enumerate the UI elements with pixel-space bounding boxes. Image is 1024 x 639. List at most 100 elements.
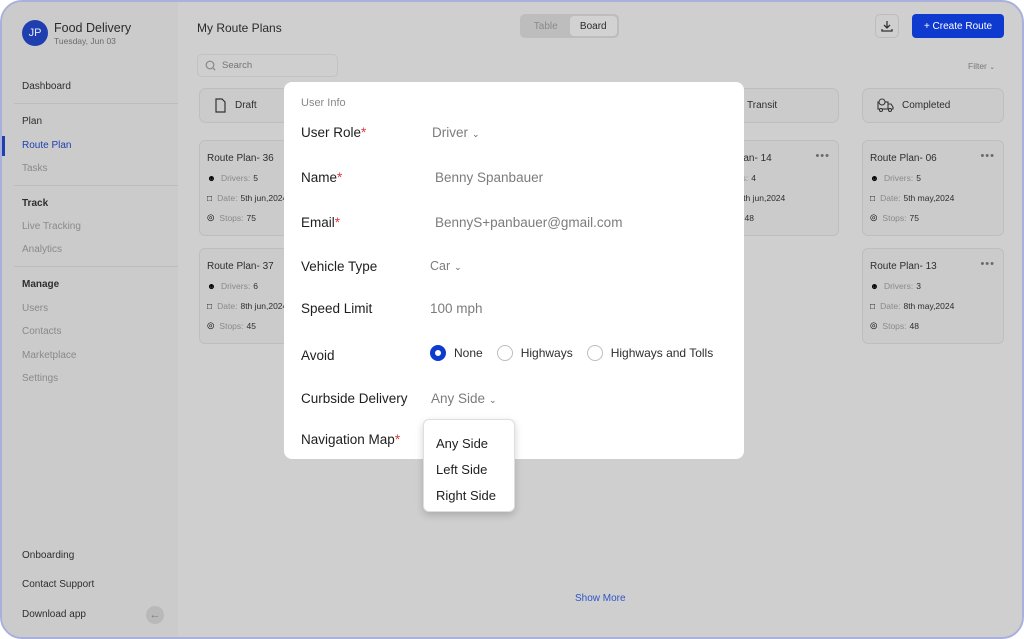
label: Date: (880, 192, 901, 203)
divider (14, 185, 178, 186)
chevron-down-icon: ⌄ (989, 64, 996, 71)
create-route-button[interactable]: + Create Route (912, 14, 1004, 38)
avoid-label: Avoid (301, 348, 335, 363)
calendar-icon: □ (207, 300, 213, 311)
route-card[interactable]: Route Plan- 06 ••• ☻ Drivers: 5 □ Date: 5th … (862, 140, 1004, 236)
app-date: Tuesday, Jun 03 (54, 35, 116, 46)
vehicle-type-select[interactable]: Car ⌄ (430, 259, 462, 273)
dropdown-option-right-side[interactable]: Right Side (424, 482, 514, 508)
sidebar-item-route-plan[interactable]: Route Plan (22, 140, 71, 151)
label: Drivers: (220, 280, 251, 291)
sidebar-item-marketplace[interactable]: Marketplace (22, 350, 76, 361)
download-button[interactable] (875, 14, 899, 38)
radio-empty-icon (496, 345, 513, 361)
label: Date: (880, 300, 901, 311)
email-label: Email* (301, 215, 341, 230)
app-window: JP Food Delivery Tuesday, Jun 03 Dashboa… (0, 0, 1024, 639)
user-role-select[interactable]: Driver ⌄ (432, 125, 480, 140)
search-box[interactable] (197, 54, 338, 77)
date-value: 5th jun,2024 (240, 192, 288, 203)
date-value: 8th jun,2024 (240, 300, 288, 311)
sidebar-item-tasks[interactable]: Tasks (22, 163, 48, 174)
drivers-value: 6 (253, 280, 258, 291)
sidebar-item-contact-support[interactable]: Contact Support (22, 579, 94, 590)
location-pin-icon: ◎ (207, 320, 215, 330)
column-draft[interactable]: Draft (199, 88, 289, 123)
chevron-down-icon: ⌄ (454, 262, 462, 272)
search-input[interactable] (222, 60, 322, 71)
search-icon (205, 60, 216, 71)
download-icon (881, 21, 893, 32)
stops-value: 75 (909, 212, 919, 223)
stops-value: 45 (246, 320, 256, 331)
view-toggle: Table Board (520, 14, 619, 38)
date-value: 8th may,2024 (903, 300, 955, 311)
drivers-value: 5 (253, 172, 258, 183)
calendar-icon: □ (870, 300, 876, 311)
route-card[interactable]: Route Plan- 13 ••• ☻ Drivers: 3 □ Date: 8th … (862, 248, 1004, 344)
app-title: Food Delivery (54, 20, 132, 35)
sidebar-heading-manage: Manage (22, 279, 60, 290)
collapse-sidebar-button[interactable]: ← (146, 606, 164, 624)
sidebar-item-dashboard[interactable]: Dashboard (22, 81, 71, 92)
speed-limit-label: Speed Limit (301, 301, 373, 316)
more-options-icon[interactable]: ••• (980, 258, 995, 270)
sidebar-item-users[interactable]: Users (22, 303, 48, 314)
label: Drivers: (883, 172, 914, 183)
user-role-label: User Role* (301, 125, 367, 140)
name-label: Name* (301, 170, 343, 185)
sidebar-item-contacts[interactable]: Contacts (22, 326, 61, 337)
sidebar-item-live-tracking[interactable]: Live Tracking (22, 221, 81, 232)
label: Drivers: (220, 172, 251, 183)
more-options-icon[interactable]: ••• (980, 150, 995, 162)
dropdown-option-any-side[interactable]: Any Side (424, 430, 514, 456)
show-more-link[interactable]: Show More (575, 593, 626, 604)
column-label: Completed (902, 100, 951, 111)
location-pin-icon: ◎ (870, 212, 878, 222)
driver-icon: ☻ (207, 172, 216, 183)
stops-value: 48 (744, 212, 754, 223)
name-input[interactable]: Benny Spanbauer (435, 170, 543, 185)
driver-icon: ☻ (870, 280, 879, 291)
drivers-value: 3 (916, 280, 921, 291)
speed-limit-input[interactable]: 100 mph (430, 301, 483, 316)
sidebar-item-download-app[interactable]: Download app (22, 609, 86, 620)
location-pin-icon: ◎ (870, 320, 878, 330)
user-info-modal: User Info User Role* Driver ⌄ Name* Benny… (284, 82, 744, 459)
calendar-icon: □ (207, 192, 213, 203)
dropdown-option-left-side[interactable]: Left Side (424, 456, 514, 482)
filter-dropdown[interactable]: Filter ⌄ (968, 61, 995, 71)
chevron-down-icon: ⌄ (472, 129, 480, 139)
sidebar-heading-plan: Plan (22, 116, 43, 127)
stops-value: 48 (909, 320, 919, 331)
filter-label: Filter (968, 61, 987, 71)
label: Stops: (219, 320, 244, 331)
tab-table[interactable]: Table (522, 16, 570, 36)
sidebar-item-analytics[interactable]: Analytics (22, 244, 62, 255)
avoid-radio-group: None Highways Highways and Tolls (430, 345, 727, 361)
stops-value: 75 (246, 212, 256, 223)
curbside-delivery-label: Curbside Delivery (301, 391, 408, 406)
curbside-dropdown-menu: Any Side Left Side Right Side (423, 419, 515, 512)
tab-board[interactable]: Board (569, 16, 617, 36)
column-completed[interactable]: Completed (862, 88, 1004, 123)
divider (14, 103, 178, 104)
label: Drivers: (883, 280, 914, 291)
driver-icon: ☻ (207, 280, 216, 291)
sidebar: JP Food Delivery Tuesday, Jun 03 Dashboa… (2, 2, 178, 637)
sidebar-item-onboarding[interactable]: Onboarding (22, 550, 74, 561)
radio-none[interactable]: None (430, 345, 483, 361)
more-options-icon[interactable]: ••• (815, 150, 830, 162)
section-title: User Info (301, 97, 346, 109)
column-label: Draft (235, 100, 257, 111)
chevron-down-icon: ⌄ (489, 395, 497, 405)
avatar[interactable]: JP (22, 20, 48, 46)
curbside-delivery-select[interactable]: Any Side ⌄ (431, 391, 497, 406)
navigation-map-label: Navigation Map* (301, 432, 401, 447)
sidebar-item-settings[interactable]: Settings (22, 373, 58, 384)
driver-icon: ☻ (870, 172, 879, 183)
radio-highways-and-tolls[interactable]: Highways and Tolls (586, 345, 713, 361)
radio-highways[interactable]: Highways (496, 345, 573, 361)
email-input[interactable]: BennyS+panbauer@gmail.com (435, 215, 622, 230)
date-value: 5th may,2024 (903, 192, 955, 203)
